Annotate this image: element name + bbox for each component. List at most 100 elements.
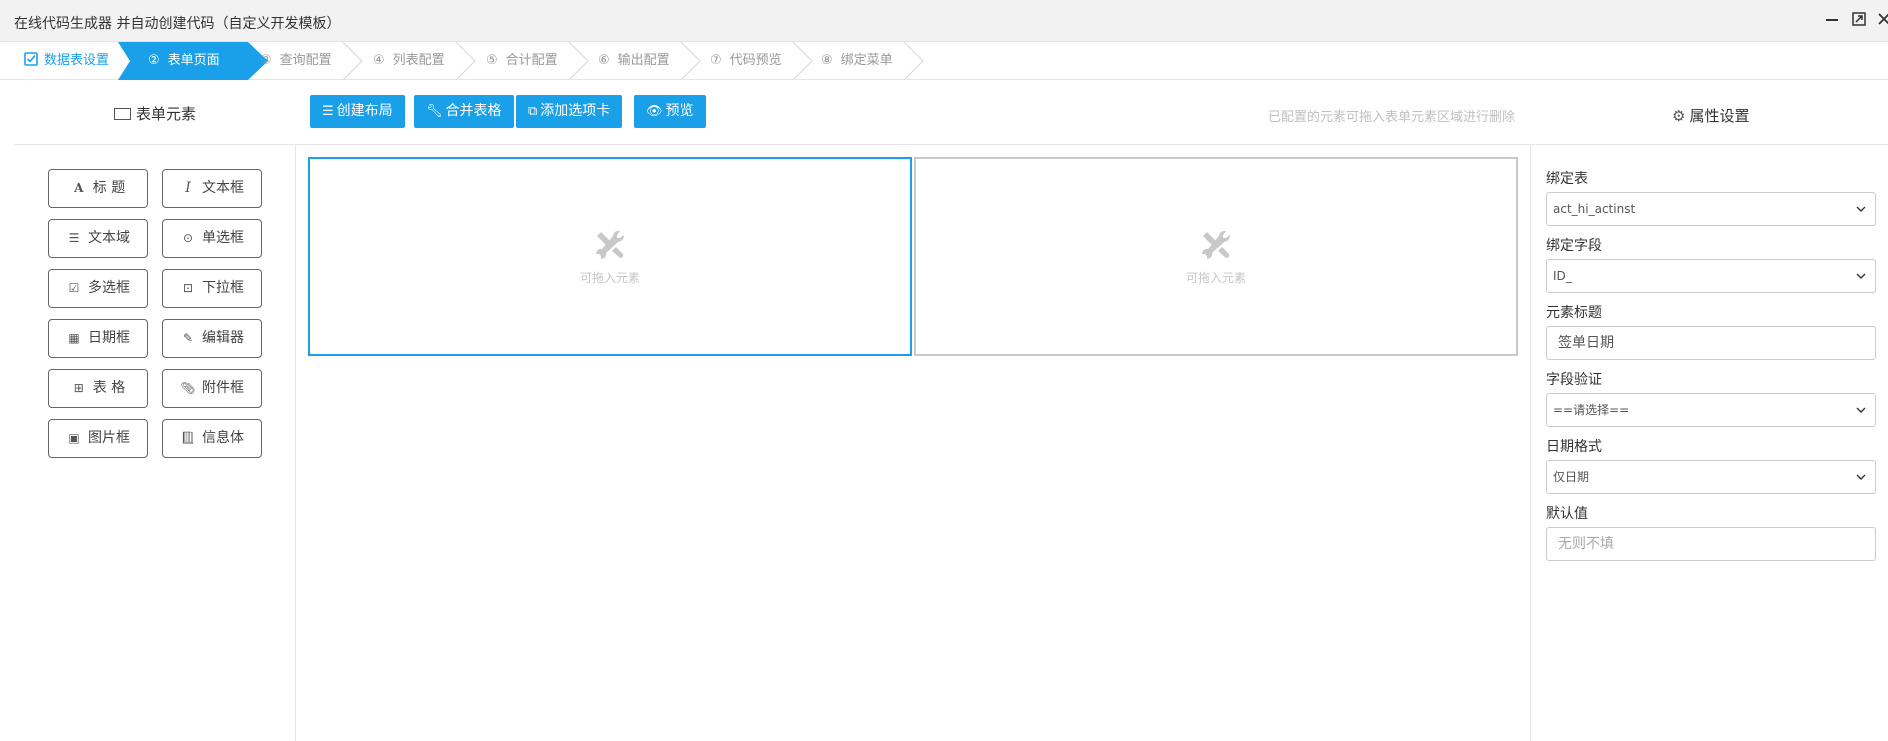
element-infobody-button[interactable]: 📕︎ 信息体	[162, 419, 262, 458]
layout-cell-selected[interactable]: 可拖入元素	[308, 157, 912, 356]
chevron-down-icon	[1856, 474, 1866, 480]
image-icon: ▣	[68, 431, 80, 445]
validation-value: ==请选择==	[1553, 403, 1630, 417]
step-label: 列表配置	[392, 53, 445, 68]
element-label: 标 题	[92, 180, 126, 196]
wizard-steps: 数据表设置 ② 表单页面 ③ 查询配置 ④ 列表配置 ⑤ 合计配置 ⑥ 输出配置 ⑦ 代码预…	[0, 42, 1888, 80]
maximize-icon[interactable]	[1850, 11, 1868, 29]
element-attachment-button[interactable]: 📎︎ 附件框	[162, 369, 262, 408]
default-value-placeholder: 无则不填	[1558, 536, 1614, 552]
properties-label: 属性设置	[1689, 107, 1750, 125]
copy-icon: ⧉	[528, 104, 538, 119]
default-value-input[interactable]: 无则不填	[1546, 527, 1876, 561]
element-textarea-button[interactable]: ☰ 文本域	[48, 219, 148, 258]
paperclip-icon: 📎︎	[180, 381, 196, 395]
step-label: 数据表设置	[44, 53, 110, 68]
step-label: 代码预览	[729, 53, 782, 68]
properties-title: ⚙ 属性设置	[1672, 105, 1749, 126]
merge-table-button[interactable]: 🔧︎ 合并表格	[414, 95, 514, 128]
bind-table-select[interactable]: act_hi_actinst	[1546, 192, 1876, 226]
add-tab-label: 添加选项卡	[540, 103, 611, 119]
step-number: ②	[148, 53, 160, 68]
tools-icon	[1202, 230, 1230, 259]
element-radio-button[interactable]: ⊙ 单选框	[162, 219, 262, 258]
create-layout-button[interactable]: ☰ 创建布局	[310, 95, 405, 128]
step-number: ③	[260, 53, 272, 68]
tools-icon	[596, 230, 624, 259]
default-value-label: 默认值	[1546, 506, 1588, 522]
step-label: 合计配置	[505, 53, 558, 68]
gear-icon: ⚙	[1672, 107, 1686, 125]
close-icon[interactable]	[1876, 11, 1888, 29]
element-label: 多选框	[88, 280, 130, 296]
step-label: 输出配置	[617, 53, 670, 68]
create-layout-label: 创建布局	[336, 103, 393, 119]
step-bind-menu[interactable]: ⑧ 绑定菜单	[821, 42, 893, 80]
eye-icon: 👁︎	[646, 104, 663, 119]
checkbox-icon: ☑	[68, 281, 80, 295]
element-table-button[interactable]: ⊞ 表 格	[48, 369, 148, 408]
step-number: ⑧	[821, 53, 833, 68]
wrench-icon: 🔧︎	[426, 104, 443, 119]
validation-label: 字段验证	[1546, 372, 1602, 388]
step-code-preview[interactable]: ⑦ 代码预览	[710, 42, 782, 80]
element-dropdown-button[interactable]: ⊡ 下拉框	[162, 269, 262, 308]
step-sum-config[interactable]: ⑤ 合计配置	[486, 42, 558, 80]
form-elements-title: 表单元素	[114, 103, 196, 124]
chevron-down-icon	[1856, 206, 1866, 212]
drop-placeholder: 可拖入元素	[1185, 271, 1246, 285]
element-label: 下拉框	[202, 280, 244, 296]
date-format-select[interactable]: 仅日期	[1546, 460, 1876, 494]
book-icon: 📕︎	[180, 431, 196, 445]
date-format-value: 仅日期	[1553, 470, 1590, 484]
table-icon: ⊞	[73, 381, 84, 395]
element-image-button[interactable]: ▣ 图片框	[48, 419, 148, 458]
element-title-input[interactable]: 签单日期	[1546, 326, 1876, 360]
layout-cell[interactable]: 可拖入元素	[914, 157, 1518, 356]
element-date-button[interactable]: ▦ 日期框	[48, 319, 148, 358]
date-format-label: 日期格式	[1546, 439, 1602, 455]
step-arrow	[793, 42, 813, 80]
step-number: ④	[373, 53, 385, 68]
bind-field-value: ID_	[1553, 269, 1572, 283]
element-checkbox-button[interactable]: ☑ 多选框	[48, 269, 148, 308]
list-icon: ☰	[322, 104, 334, 119]
element-label: 附件框	[202, 380, 244, 396]
step-output-config[interactable]: ⑥ 输出配置	[598, 42, 670, 80]
preview-button[interactable]: 👁︎ 预览	[634, 95, 706, 128]
step-arrow	[904, 42, 924, 80]
bind-field-label: 绑定字段	[1546, 238, 1602, 254]
step-query-config[interactable]: ③ 查询配置	[260, 42, 332, 80]
bind-field-select[interactable]: ID_	[1546, 259, 1876, 293]
radio-icon: ⊙	[182, 231, 194, 245]
drop-placeholder: 可拖入元素	[579, 271, 640, 285]
element-title-label: 元素标题	[1546, 305, 1602, 321]
validation-select[interactable]: ==请选择==	[1546, 393, 1876, 427]
divider	[1530, 144, 1531, 741]
element-title-button[interactable]: A标 题	[48, 169, 148, 208]
element-label: 图片框	[88, 430, 130, 446]
add-tab-button[interactable]: ⧉ 添加选项卡	[516, 95, 623, 128]
step-arrow	[681, 42, 701, 80]
element-label: 编辑器	[202, 330, 244, 346]
step-arrow	[456, 42, 476, 80]
step-arrow	[569, 42, 589, 80]
step-list-config[interactable]: ④ 列表配置	[373, 42, 445, 80]
element-editor-button[interactable]: ✎ 编辑器	[162, 319, 262, 358]
minimize-icon[interactable]	[1823, 11, 1841, 29]
step-number: ⑥	[598, 53, 610, 68]
element-textbox-button[interactable]: I 文本框	[162, 169, 262, 208]
step-number: ⑤	[486, 53, 498, 68]
dropdown-icon: ⊡	[182, 281, 194, 295]
bind-table-label: 绑定表	[1546, 171, 1588, 187]
step-table-settings[interactable]: 数据表设置	[24, 42, 109, 80]
edit-icon: ✎	[182, 331, 194, 345]
step-arrow	[343, 42, 363, 80]
font-icon: A	[74, 181, 84, 195]
step-label: 绑定菜单	[840, 53, 893, 68]
form-elements-label: 表单元素	[136, 105, 197, 123]
step-arrow	[118, 42, 138, 80]
checkbox-checked-icon	[24, 52, 38, 66]
element-label: 文本框	[202, 180, 244, 196]
chevron-down-icon	[1856, 273, 1866, 279]
